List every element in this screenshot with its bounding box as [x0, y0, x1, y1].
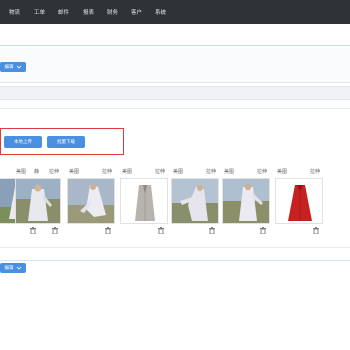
nav-item-system[interactable]: 系统	[155, 8, 166, 16]
gallery-item: 美图 拉伸	[14, 167, 62, 239]
nav-item-customers[interactable]: 客户	[131, 8, 142, 16]
batch-download-label: 批量下载	[57, 140, 75, 145]
gallery-item: 美图 拉伸	[275, 167, 323, 239]
trash-icon[interactable]	[52, 227, 58, 234]
trash-icon[interactable]	[105, 227, 111, 234]
nav-item-tickets[interactable]: 工单	[34, 8, 45, 16]
beautify-label[interactable]: 美图	[16, 168, 26, 175]
gallery-item: 美图 拉伸	[120, 167, 168, 239]
edit-button-label: 编辑	[4, 65, 14, 70]
gallery-item: 美图 拉伸	[67, 167, 115, 239]
chevron-down-icon	[16, 266, 21, 270]
trash-icon[interactable]	[260, 227, 266, 234]
beautify-label[interactable]: 美图	[122, 168, 132, 175]
edit-dropdown-button-top[interactable]: 编辑	[0, 62, 26, 72]
local-upload-label: 本地上传	[14, 140, 32, 145]
stretch-label[interactable]: 拉伸	[49, 168, 59, 175]
nav-item-logistics[interactable]: 物流	[9, 8, 20, 16]
nav-item-finance[interactable]: 财务	[107, 8, 118, 16]
local-upload-button[interactable]: 本地上传	[4, 136, 42, 148]
product-thumbnail[interactable]	[67, 178, 115, 224]
edit-button-label: 编辑	[4, 266, 14, 271]
edit-dropdown-button-bottom[interactable]: 编辑	[0, 263, 26, 273]
stretch-label[interactable]: 拉伸	[206, 168, 216, 175]
divider	[0, 260, 350, 261]
nav-item-mail[interactable]: 邮件	[58, 8, 69, 16]
beautify-label[interactable]: 美图	[173, 168, 183, 175]
stretch-label[interactable]: 拉伸	[310, 168, 320, 175]
trash-icon[interactable]	[158, 227, 164, 234]
product-thumbnail[interactable]	[222, 178, 270, 224]
stretch-label[interactable]: 拉伸	[257, 168, 267, 175]
product-thumbnail[interactable]	[15, 178, 61, 224]
stretch-label[interactable]: 拉伸	[155, 168, 165, 175]
toolbar-area: 编辑	[0, 47, 350, 83]
batch-download-button[interactable]: 批量下载	[47, 136, 85, 148]
product-thumbnail[interactable]	[120, 178, 168, 224]
gallery-item: 美图 拉伸	[222, 167, 270, 239]
chevron-down-icon	[16, 65, 21, 69]
product-thumbnail[interactable]	[275, 178, 323, 224]
section-header-bar	[0, 86, 350, 100]
beautify-label[interactable]: 美图	[277, 168, 287, 175]
trash-icon[interactable]	[209, 227, 215, 234]
beautify-label[interactable]: 美图	[224, 168, 234, 175]
beautify-label[interactable]: 美图	[69, 168, 79, 175]
top-nav: 物流 工单 邮件 报表 财务 客户 系统	[0, 0, 350, 24]
stretch-label[interactable]: 拉伸	[102, 168, 112, 175]
product-thumbnail[interactable]	[171, 178, 219, 224]
trash-icon[interactable]	[313, 227, 319, 234]
gallery-item: 美图 拉伸	[171, 167, 219, 239]
divider	[0, 45, 350, 46]
nav-item-reports[interactable]: 报表	[83, 8, 94, 16]
